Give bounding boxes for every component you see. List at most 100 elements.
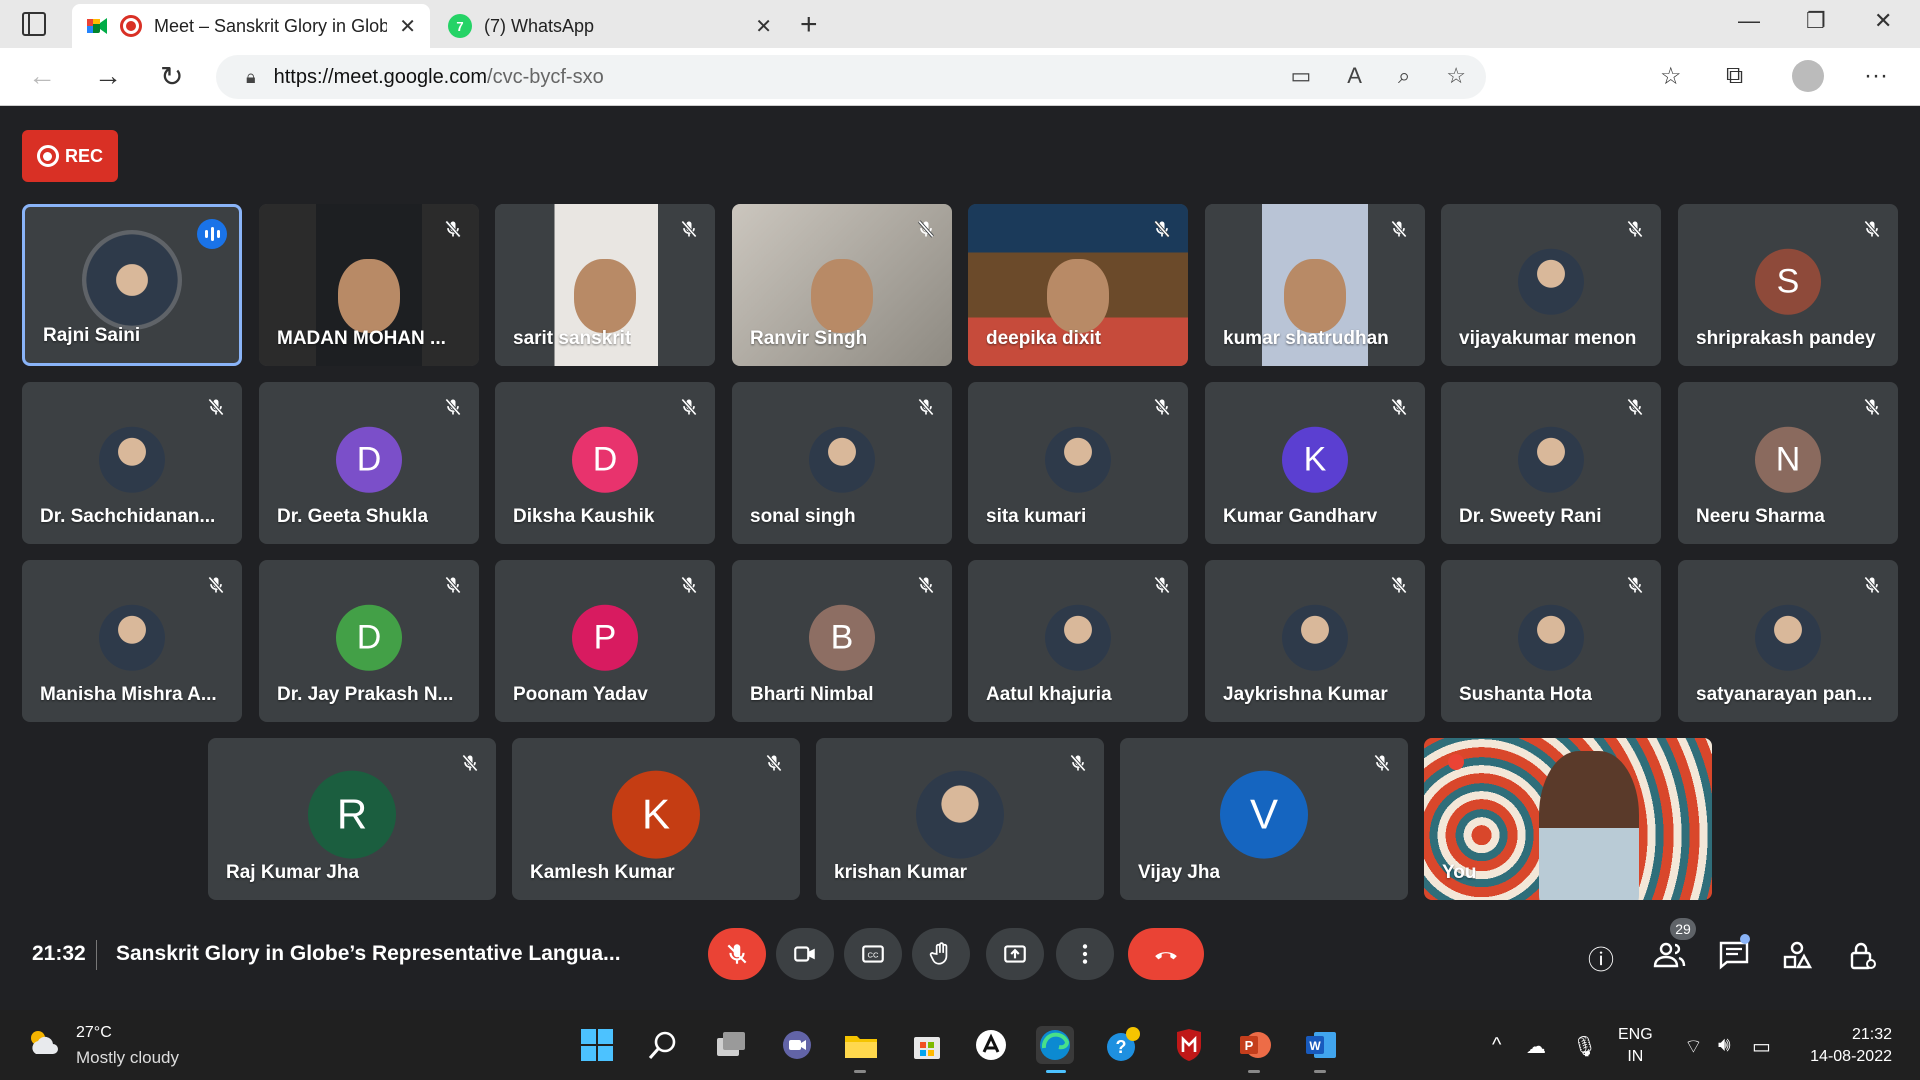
participant-tile[interactable]: satyanarayan pan... — [1678, 560, 1898, 722]
participant-tile[interactable]: Aatul khajuria — [968, 560, 1188, 722]
participant-tile[interactable]: D Dr. Jay Prakash N... — [259, 560, 479, 722]
present-screen-button[interactable] — [986, 928, 1044, 980]
participant-tile[interactable]: D Diksha Kaushik — [495, 382, 715, 544]
weather-temperature: 27°C — [76, 1024, 112, 1041]
participant-tile[interactable]: vijayakumar menon — [1441, 204, 1661, 366]
battery-icon[interactable]: ▭ — [1752, 1034, 1771, 1059]
participant-tile[interactable]: sonal singh — [732, 382, 952, 544]
participant-tile[interactable]: deepika dixit — [968, 204, 1188, 366]
participant-tile[interactable]: sita kumari — [968, 382, 1188, 544]
participant-tile[interactable]: Manisha Mishra A... — [22, 560, 242, 722]
participant-tile[interactable]: K Kumar Gandharv — [1205, 382, 1425, 544]
close-tab-icon[interactable]: ✕ — [755, 14, 772, 39]
participant-tile[interactable]: D Dr. Geeta Shukla — [259, 382, 479, 544]
teams-chat-icon[interactable] — [778, 1026, 816, 1064]
onedrive-cloud-icon[interactable]: ☁ — [1526, 1034, 1546, 1059]
url-input[interactable]: 🔒︎ https://meet.google.com/cvc-bycf-sxo … — [216, 55, 1486, 99]
participant-tile[interactable]: kumar shatrudhan — [1205, 204, 1425, 366]
refresh-icon[interactable]: ↻ — [160, 60, 183, 93]
muted-mic-icon — [1862, 218, 1882, 240]
raise-hand-button[interactable] — [912, 928, 970, 980]
participant-tile[interactable]: Jaykrishna Kumar — [1205, 560, 1425, 722]
participant-tile[interactable]: Sshriprakash pandey — [1678, 204, 1898, 366]
add-favorite-icon[interactable]: ☆ — [1446, 63, 1466, 89]
camera-permission-icon[interactable]: ▭ — [1290, 63, 1311, 89]
task-view-icon[interactable] — [712, 1026, 750, 1064]
mcafee-icon[interactable] — [1170, 1026, 1208, 1064]
search-icon[interactable] — [644, 1026, 682, 1064]
running-indicator — [1248, 1070, 1260, 1073]
edge-browser-icon[interactable] — [1036, 1026, 1074, 1064]
people-icon[interactable] — [1652, 940, 1686, 977]
zoom-icon[interactable]: ⌕ — [1398, 63, 1410, 89]
tab-meet[interactable]: Meet – Sanskrit Glory in Globe’s Represe… — [72, 4, 430, 48]
microphone-tray-icon[interactable]: 🎙︎ — [1572, 1034, 1597, 1059]
activities-icon[interactable] — [1782, 940, 1813, 977]
participant-avatar — [916, 770, 1004, 859]
participant-avatar — [99, 426, 165, 493]
minimize-icon[interactable]: — — [1738, 8, 1760, 34]
cloudy-weather-icon[interactable] — [26, 1028, 62, 1058]
powerpoint-icon[interactable]: P — [1236, 1026, 1274, 1064]
closed-captions-icon: CC — [862, 945, 884, 963]
more-options-button[interactable] — [1056, 928, 1114, 980]
app-icon[interactable] — [972, 1026, 1010, 1064]
word-icon[interactable]: W — [1302, 1026, 1340, 1064]
participant-tile[interactable]: N Neeru Sharma — [1678, 382, 1898, 544]
participant-tile[interactable]: krishan Kumar — [816, 738, 1104, 900]
profile-avatar[interactable] — [1792, 60, 1824, 92]
browser-tab-bar: Meet – Sanskrit Glory in Globe’s Represe… — [0, 0, 1920, 48]
participant-tile[interactable]: K Kamlesh Kumar — [512, 738, 800, 900]
microphone-toggle-button[interactable] — [708, 928, 766, 980]
participant-tile[interactable]: Ranvir Singh — [732, 204, 952, 366]
read-aloud-icon[interactable]: A — [1347, 63, 1362, 89]
restore-icon[interactable]: ❐ — [1806, 8, 1826, 34]
start-icon[interactable] — [578, 1026, 616, 1064]
participant-tile[interactable]: R Raj Kumar Jha — [208, 738, 496, 900]
new-tab-icon[interactable]: + — [800, 8, 818, 42]
participant-tile[interactable]: Sushanta Hota — [1441, 560, 1661, 722]
file-explorer-icon[interactable] — [842, 1026, 880, 1064]
lock-icon[interactable]: 🔒︎ — [246, 67, 256, 88]
participant-tile[interactable]: You — [1424, 738, 1712, 900]
participant-tile[interactable]: V Vijay Jha — [1120, 738, 1408, 900]
participant-avatar: K — [612, 770, 700, 859]
meeting-details-icon[interactable]: ⓘ — [1588, 940, 1614, 977]
system-clock[interactable]: 21:32 14-08-2022 — [1796, 1024, 1892, 1068]
participant-tile[interactable]: MADAN MOHAN ... — [259, 204, 479, 366]
participant-tile[interactable]: P Poonam Yadav — [495, 560, 715, 722]
language-indicator[interactable]: ENG IN — [1618, 1024, 1653, 1068]
running-indicator — [1314, 1070, 1326, 1073]
tab-whatsapp[interactable]: 7 (7) WhatsApp ✕ — [434, 4, 786, 48]
meeting-title: Sanskrit Glory in Globe’s Representative… — [116, 942, 621, 965]
wifi-icon[interactable]: ⌔ — [1684, 1034, 1703, 1059]
favorites-icon[interactable]: ☆ — [1660, 62, 1682, 91]
volume-icon[interactable]: 🔊︎ — [1718, 1034, 1731, 1057]
participant-tile[interactable]: Dr. Sachchidanan... — [22, 382, 242, 544]
participant-avatar: B — [809, 604, 875, 671]
back-icon[interactable]: ← — [28, 60, 56, 92]
tab-actions-icon[interactable] — [22, 12, 46, 36]
get-help-icon[interactable]: ? — [1104, 1026, 1142, 1064]
forward-icon[interactable]: → — [94, 60, 122, 92]
captions-button[interactable]: CC — [844, 928, 902, 980]
more-icon[interactable]: ··· — [1864, 62, 1888, 90]
participant-tile[interactable]: sarit sanskrit — [495, 204, 715, 366]
leave-call-button[interactable] — [1128, 928, 1204, 980]
participant-tile[interactable]: Rajni Saini — [22, 204, 242, 366]
chat-icon[interactable] — [1718, 940, 1750, 977]
participant-name: Kamlesh Kumar — [530, 862, 675, 883]
participant-tile[interactable]: B Bharti Nimbal — [732, 560, 952, 722]
close-tab-icon[interactable]: ✕ — [399, 14, 416, 39]
collections-icon[interactable]: ⧉ — [1726, 62, 1743, 90]
host-controls-icon[interactable] — [1848, 940, 1878, 979]
participant-avatar — [1045, 604, 1111, 671]
show-hidden-icons[interactable]: ^ — [1492, 1034, 1501, 1057]
participant-avatar — [82, 230, 182, 330]
close-window-icon[interactable]: ✕ — [1874, 8, 1892, 34]
participant-tile[interactable]: Dr. Sweety Rani — [1441, 382, 1661, 544]
microsoft-store-icon[interactable] — [908, 1026, 946, 1064]
participant-name: deepika dixit — [986, 328, 1102, 349]
participant-name: Rajni Saini — [43, 325, 141, 346]
camera-toggle-button[interactable] — [776, 928, 834, 980]
